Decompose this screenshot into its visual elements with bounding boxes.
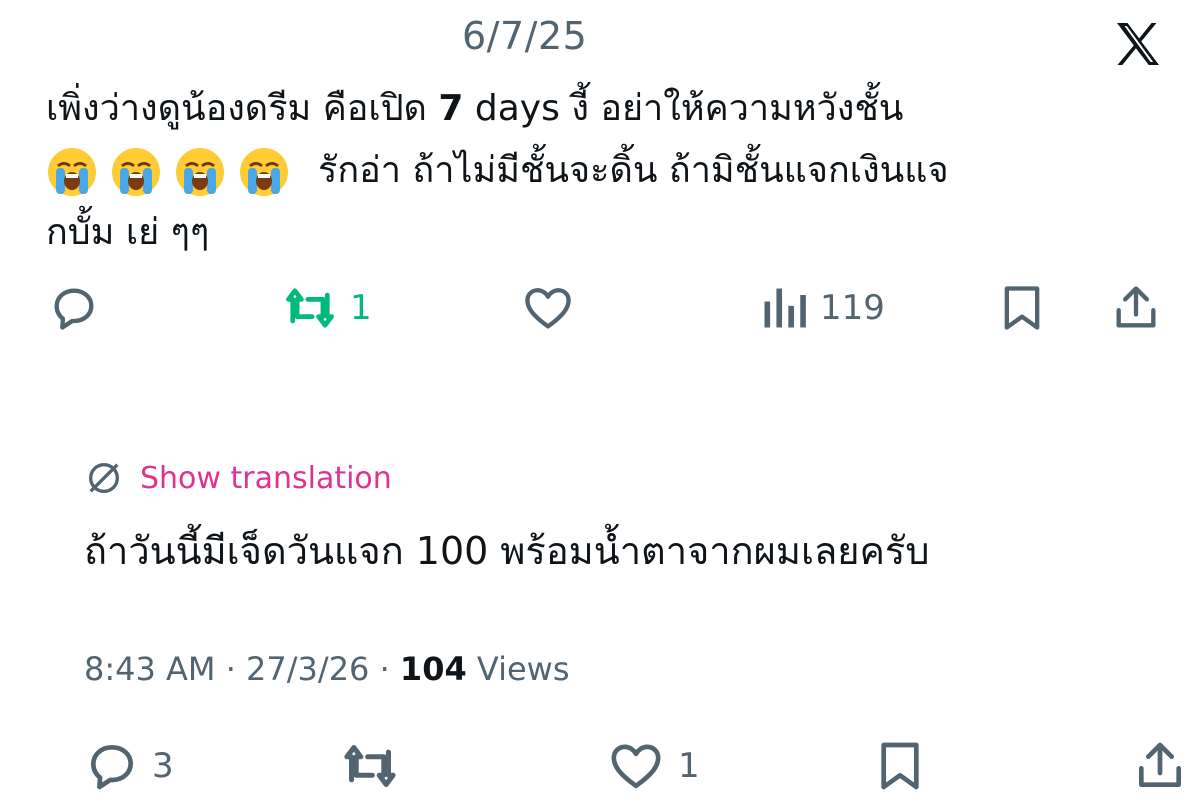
reply-icon bbox=[91, 745, 134, 790]
retweet-button[interactable]: 1 bbox=[282, 282, 372, 334]
reply-bookmark-button[interactable] bbox=[872, 738, 928, 794]
reply-time: 8:43 AM bbox=[84, 650, 216, 688]
reply-reply-button[interactable]: 3 bbox=[84, 738, 174, 794]
tweet-text-part: เพิ่งว่างดูน้องดรีม คือเปิด bbox=[46, 88, 439, 129]
loudly-crying-face-icon bbox=[112, 148, 160, 196]
views-button[interactable]: 119 bbox=[760, 282, 885, 334]
tweet-text-line-3: กบั้ม เย่ ๆๆ bbox=[46, 212, 210, 253]
heart-icon bbox=[525, 288, 571, 329]
reply-date: 27/3/26 bbox=[246, 650, 370, 688]
reply-button[interactable] bbox=[48, 282, 100, 334]
tweet-text-part: days งี้ อย่าให้ความหวังชั้น bbox=[463, 88, 904, 129]
tweet-date-header: 6/7/25 bbox=[462, 14, 588, 58]
bookmark-button[interactable] bbox=[996, 282, 1048, 334]
analytics-icon bbox=[764, 288, 806, 328]
reply-like-button[interactable]: 1 bbox=[606, 738, 700, 794]
reply-icon bbox=[54, 288, 94, 330]
reply-retweet-button[interactable] bbox=[340, 738, 400, 794]
tweet-text-bold: 7 bbox=[438, 88, 464, 129]
tweet-text-line-1: เพิ่งว่างดูน้องดรีม คือเปิด 7 days งี้ อ… bbox=[46, 84, 903, 134]
reply-views-count: 104 bbox=[399, 650, 467, 688]
emoji-group bbox=[46, 146, 290, 198]
share-icon bbox=[1139, 742, 1181, 787]
share-button[interactable] bbox=[1110, 282, 1162, 334]
retweet-icon bbox=[286, 288, 334, 328]
show-translation-row[interactable]: Show translation bbox=[84, 458, 392, 498]
like-count: 1 bbox=[678, 746, 700, 786]
retweet-icon bbox=[344, 745, 396, 787]
reply-count: 3 bbox=[152, 746, 174, 786]
reply-text: ถ้าวันนี้มีเจ็ดวันแจก 100 พร้อมน้ำตาจากผ… bbox=[84, 529, 930, 573]
like-button[interactable] bbox=[520, 282, 576, 334]
meta-separator: · bbox=[369, 650, 400, 688]
reply-meta: 8:43 AM · 27/3/26 · 104 Views bbox=[84, 650, 570, 688]
share-icon bbox=[1116, 286, 1156, 328]
tweet-text-line-2: รักอ่า ถ้าไม่มีชั้นจะดิ้น ถ้ามิชั้นแจกเง… bbox=[46, 146, 949, 198]
tweet-text-part: รักอ่า ถ้าไม่มีชั้นจะดิ้น ถ้ามิชั้นแจกเง… bbox=[318, 150, 949, 191]
bookmark-icon bbox=[1004, 286, 1040, 330]
loudly-crying-face-icon bbox=[48, 148, 96, 196]
meta-separator: · bbox=[215, 650, 247, 688]
bookmark-icon bbox=[881, 742, 919, 790]
x-logo-icon[interactable] bbox=[1110, 16, 1166, 72]
reply-share-button[interactable] bbox=[1132, 738, 1188, 794]
heart-icon bbox=[611, 744, 661, 789]
globe-icon bbox=[89, 463, 119, 493]
loudly-crying-face-icon bbox=[240, 148, 288, 196]
show-translation-link[interactable]: Show translation bbox=[140, 461, 392, 496]
loudly-crying-face-icon bbox=[176, 148, 224, 196]
reply-views-label: Views bbox=[466, 650, 570, 688]
views-count: 119 bbox=[820, 288, 885, 328]
retweet-count: 1 bbox=[350, 288, 372, 328]
